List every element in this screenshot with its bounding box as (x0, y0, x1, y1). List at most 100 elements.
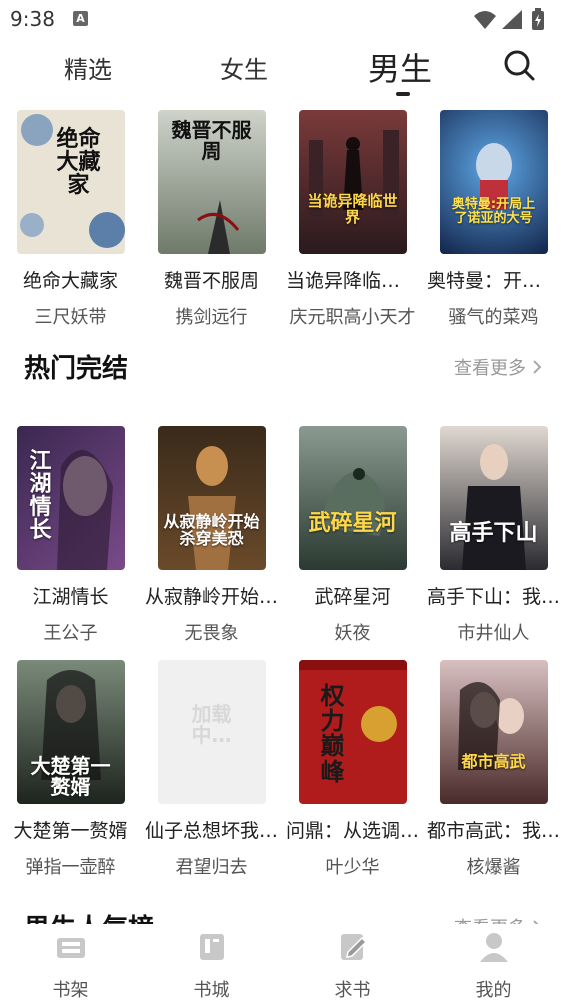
cover-title: 魏晋不服周 (171, 118, 252, 163)
search-icon[interactable] (502, 48, 536, 82)
top-tabs: 精选 女生 男生 (0, 40, 564, 100)
see-more-label: 查看更多 (454, 358, 526, 379)
notification-icon: A (73, 11, 88, 26)
book-card[interactable]: 大楚第一赘婿 大楚第一赘婿 弹指一壶醉 (0, 660, 141, 879)
cover-art (187, 446, 236, 570)
chevron-right-icon (533, 360, 542, 374)
cover-title: 当诡异降临世界 (307, 192, 398, 226)
cover-title: 权力巅峰 (320, 682, 345, 786)
book-cover[interactable]: 都市高武 (439, 660, 548, 804)
book-cover[interactable]: 绝命大藏家 (16, 110, 125, 254)
book-title: 当诡异降临世界… (286, 270, 423, 292)
status-time: 9:38 (10, 7, 55, 31)
cover-placeholder: 加载中… (191, 702, 232, 747)
book-card[interactable]: 魏晋不服周 魏晋不服周 携剑远行 (141, 110, 282, 329)
book-cover[interactable]: 当诡异降临世界 (298, 110, 407, 254)
book-title: 江湖情长 (32, 586, 109, 608)
status-bar: 9:38 A (0, 0, 564, 40)
book-author: 君望归去 (175, 857, 248, 878)
cover-title: 大楚第一赘婿 (30, 754, 111, 799)
cover-art (461, 444, 526, 570)
cover-title: 奥特曼:开局上了诺亚的大号 (451, 197, 536, 226)
book-author: 叶少华 (325, 857, 380, 878)
book-title: 仙子总想坏我… (145, 820, 279, 842)
see-more-link[interactable]: 查看更多 (454, 354, 542, 380)
nav-bookshelf[interactable]: 书架 (0, 930, 141, 1002)
book-author: 骚气的菜鸡 (448, 307, 539, 328)
book-card[interactable]: 从寂静岭开始杀穿美恐 从寂静岭开始… 无畏象 (141, 426, 282, 645)
book-card[interactable]: 奥特曼:开局上了诺亚的大号 奥特曼：开局上… 骚气的菜鸡 (423, 110, 564, 329)
book-title: 大楚第一赘婿 (13, 820, 128, 842)
book-author: 核爆酱 (466, 857, 521, 878)
tab-male[interactable]: 男生 (368, 44, 432, 90)
book-cover[interactable]: 奥特曼:开局上了诺亚的大号 (439, 110, 548, 254)
book-cover[interactable]: 江湖情长 (16, 426, 125, 570)
book-card[interactable]: 江湖情长 江湖情长 王公子 (0, 426, 141, 645)
book-title: 绝命大藏家 (22, 270, 118, 292)
profile-icon (479, 933, 508, 962)
cover-art (457, 682, 524, 770)
nav-label: 书城 (193, 980, 230, 1001)
bottom-nav: 书架 书城 求书 我的 (0, 924, 564, 1004)
book-author: 王公子 (43, 623, 98, 644)
book-author: 弹指一壶醉 (25, 857, 116, 878)
book-cover[interactable]: 权力巅峰 (298, 660, 407, 804)
book-card[interactable]: 权力巅峰 问鼎：从选调… 叶少华 (282, 660, 423, 879)
book-card[interactable]: 都市高武 都市高武：我… 核爆酱 (423, 660, 564, 879)
nav-label: 求书 (334, 980, 371, 1001)
book-author: 庆元职高小天才 (289, 307, 416, 328)
see-more-link[interactable]: 查看更多 (454, 914, 542, 924)
nav-profile[interactable]: 我的 (423, 930, 564, 1002)
cover-title: 高手下山 (449, 521, 538, 546)
book-author: 市井仙人 (457, 623, 530, 644)
cover-art (475, 143, 512, 210)
book-cover[interactable]: 从寂静岭开始杀穿美恐 (157, 426, 266, 570)
book-author: 三尺妖带 (34, 307, 107, 328)
see-more-label: 查看更多 (454, 914, 526, 924)
book-author: 携剑远行 (175, 307, 248, 328)
book-title: 都市高武：我… (427, 820, 561, 842)
book-card[interactable]: 当诡异降临世界 当诡异降临世界… 庆元职高小天才 (282, 110, 423, 329)
request-book-icon (340, 934, 367, 960)
tab-featured[interactable]: 精选 (64, 50, 112, 85)
book-title: 从寂静岭开始… (145, 586, 279, 608)
cover-title: 绝命大藏家 (56, 127, 101, 199)
book-cover[interactable]: 加载中… (157, 660, 266, 804)
cover-title: 都市高武 (461, 752, 526, 771)
section-title: 男生人气榜 (24, 908, 154, 924)
cover-title: 江湖情长 (29, 449, 52, 544)
book-author: 妖夜 (334, 623, 371, 644)
wifi-icon (474, 11, 496, 29)
nav-request-book[interactable]: 求书 (282, 930, 423, 1002)
nav-label: 书架 (52, 980, 89, 1001)
bookshelf-icon (56, 938, 85, 958)
bookstore-icon (199, 934, 224, 960)
book-title: 奥特曼：开局上… (427, 270, 564, 292)
cover-title: 武碎星河 (308, 511, 397, 536)
nav-label: 我的 (475, 980, 512, 1001)
cover-title: 从寂静岭开始杀穿美恐 (163, 512, 260, 548)
section-header-popular: 男生人气榜 查看更多 (0, 900, 564, 924)
cover-art (308, 130, 399, 220)
book-title: 魏晋不服周 (163, 270, 259, 292)
book-card[interactable]: 绝命大藏家 绝命大藏家 三尺妖带 (0, 110, 141, 329)
book-card[interactable]: 武碎星河 武碎星河 妖夜 (282, 426, 423, 645)
section-title: 热门完结 (24, 354, 129, 384)
cover-art (318, 468, 385, 536)
book-cover[interactable]: 大楚第一赘婿 (16, 660, 125, 804)
section-header-hot: 热门完结 查看更多 (0, 348, 564, 388)
book-author: 无畏象 (184, 623, 239, 644)
book-cover[interactable]: 武碎星河 (298, 426, 407, 570)
book-title: 武碎星河 (314, 586, 391, 608)
book-card[interactable]: 加载中… 仙子总想坏我… 君望归去 (141, 660, 282, 879)
book-title: 问鼎：从选调… (286, 820, 420, 842)
book-cover[interactable]: 魏晋不服周 (157, 110, 266, 254)
book-cover[interactable]: 高手下山 (439, 426, 548, 570)
system-status-icons (474, 8, 544, 30)
signal-icon (502, 10, 522, 29)
book-title: 高手下山：我… (427, 586, 561, 608)
nav-bookstore[interactable]: 书城 (141, 930, 282, 1002)
book-card[interactable]: 高手下山 高手下山：我… 市井仙人 (423, 426, 564, 645)
tab-female[interactable]: 女生 (220, 50, 268, 85)
tab-indicator (396, 92, 410, 96)
